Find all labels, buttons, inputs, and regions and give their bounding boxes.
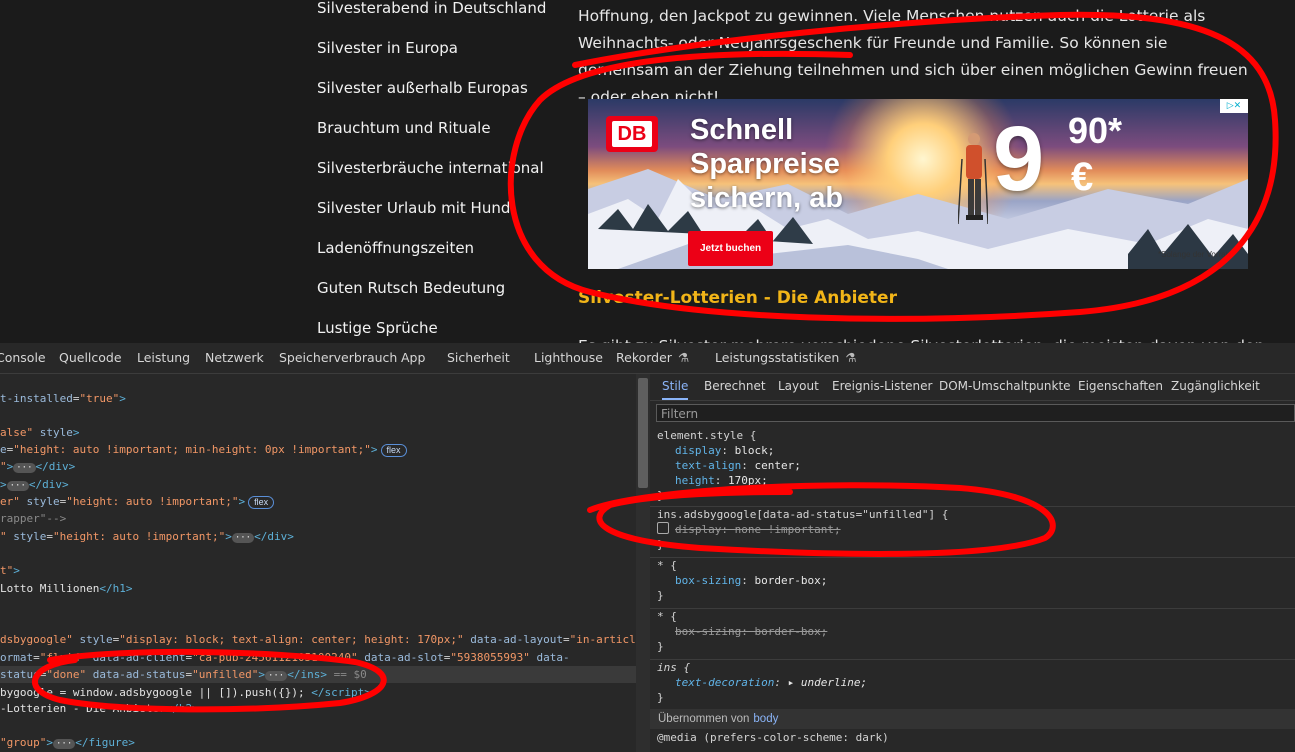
dom-node-line[interactable]: bygoogle = window.adsbygoogle || []).pus… (0, 684, 371, 701)
css-declaration[interactable]: height: 170px; (650, 473, 1295, 488)
styles-pane: Stile Berechnet Layout Ereignis-Listener… (650, 374, 1295, 752)
ad-price-main: 9 (993, 108, 1045, 210)
styles-tab-bar: Stile Berechnet Layout Ereignis-Listener… (650, 374, 1295, 401)
flask-icon: ⚗ (845, 350, 857, 365)
scrollbar-thumb[interactable] (638, 378, 648, 488)
dom-node-selected[interactable]: status="done" data-ad-status="unfilled">… (0, 666, 636, 683)
dom-node-line[interactable]: t"> (0, 562, 20, 579)
tab-netzwerk[interactable]: Netzwerk (205, 343, 264, 373)
db-logo: DB (606, 116, 658, 152)
nav-item-urlaub-mit-hund[interactable]: Silvester Urlaub mit Hund (317, 188, 557, 228)
rule-close: } (657, 691, 664, 704)
css-rule-ins: ins { text-decoration: ▸ underline; } (650, 659, 1295, 705)
nav-item-ausserhalb-europas[interactable]: Silvester außerhalb Europas (317, 68, 557, 108)
tab-sicherheit[interactable]: Sicherheit (447, 343, 510, 373)
nav-item-europa[interactable]: Silvester in Europa (317, 28, 557, 68)
css-rule-universal: * { box-sizing: border-box; } (650, 557, 1295, 603)
dom-node-line[interactable]: Lotto Millionen</h1> (0, 580, 132, 597)
css-declaration-overridden[interactable]: box-sizing: border-box; (650, 624, 1295, 639)
tab-leistungsstatistiken[interactable]: Leistungsstatistiken ⚗ (715, 343, 857, 373)
nav-item-silvesterabend[interactable]: Silvesterabend in Deutschland (317, 0, 557, 28)
tab-stile[interactable]: Stile (662, 374, 689, 400)
dom-node-line[interactable]: rapper"--> (0, 510, 66, 527)
tab-zugaenglichkeit[interactable]: Zugänglichkeit (1171, 374, 1260, 398)
tab-rekorder[interactable]: Rekorder ⚗ (616, 343, 689, 373)
ad-hiker-figure (958, 133, 988, 225)
tab-ereignis-listener[interactable]: Ereignis-Listener (832, 374, 932, 398)
tab-leistung[interactable]: Leistung (137, 343, 190, 373)
css-declaration[interactable]: text-align: center; (650, 458, 1295, 473)
tab-speicherverbrauch[interactable]: Speicherverbrauch (279, 343, 397, 373)
tab-quellcode[interactable]: Quellcode (59, 343, 122, 373)
rule-selector[interactable]: * { (650, 609, 1295, 624)
article-paragraph-2: Es gibt zu Silvester mehrere verschieden… (578, 333, 1264, 343)
css-rule-element-style: element.style { display: block; text-ali… (650, 428, 1295, 503)
devtools-panel: Console Quellcode Leistung Netzwerk Spei… (0, 343, 1295, 752)
tab-dom-umschaltpunkte[interactable]: DOM-Umschaltpunkte (939, 374, 1071, 398)
ad-cta-button[interactable]: Jetzt buchen (688, 231, 774, 266)
rule-close: } (657, 538, 664, 551)
rule-selector[interactable]: element.style { (650, 428, 1295, 443)
rule-close: } (657, 489, 664, 502)
tab-berechnet[interactable]: Berechnet (704, 374, 766, 398)
rule-selector[interactable]: * { (650, 558, 1295, 573)
nav-item-braeuche-international[interactable]: Silvesterbräuche international (317, 148, 557, 188)
dom-node-line[interactable]: dsbygoogle" style="display: block; text-… (0, 631, 636, 648)
dom-node-line[interactable]: "> ··· </div> (0, 458, 75, 475)
css-declaration[interactable]: box-sizing: border-box; (650, 573, 1295, 588)
rule-close: } (657, 589, 664, 602)
tab-console[interactable]: Console (0, 343, 46, 373)
elements-tree[interactable]: t-installed="true"> alse" style> e="height… (0, 374, 636, 752)
css-declaration[interactable]: display: block; (650, 443, 1295, 458)
tab-layout[interactable]: Layout (778, 374, 819, 398)
web-page: Silvesterabend in Deutschland Silvester … (0, 0, 1295, 343)
dom-node-line[interactable]: > ··· </div> (0, 476, 69, 493)
nav-item-ladenoeffnungszeiten[interactable]: Ladenöffnungszeiten (317, 228, 557, 268)
dom-node-line[interactable]: " style="height: auto !important;"> ··· </… (0, 528, 294, 545)
dom-node-line[interactable]: -Lotterien - Die Anbieter</h2> (0, 700, 199, 717)
nav-item-guten-rutsch[interactable]: Guten Rutsch Bedeutung (317, 268, 557, 308)
ad-mountain-scene (588, 169, 1248, 269)
sidebar-nav: Silvesterabend in Deutschland Silvester … (317, 0, 557, 343)
tab-app[interactable]: App (401, 343, 425, 373)
rule-selector[interactable]: ins.adsbygoogle[data-ad-status="unfilled… (650, 507, 1295, 522)
styles-filter-input[interactable]: Filtern (656, 404, 1295, 422)
dom-node-line[interactable]: er" style="height: auto !important;"> fle… (0, 493, 275, 510)
dom-node-line[interactable]: e="height: auto !important; min-height: … (0, 441, 407, 458)
css-rule-adsbygoogle-unfilled: ins.adsbygoogle[data-ad-status="unfilled… (650, 506, 1295, 552)
nav-item-lustige-sprueche[interactable]: Lustige Sprüche (317, 308, 557, 343)
ad-headline: Schnell Sparpreise sichern, ab (690, 114, 844, 214)
devtools-tab-bar: Console Quellcode Leistung Netzwerk Spei… (0, 343, 1295, 374)
section-heading: Silvester-Lotterien - Die Anbieter (578, 288, 897, 308)
rule-close: } (657, 640, 664, 653)
rule-selector[interactable]: ins { (650, 660, 1295, 675)
dom-node-line[interactable]: t-installed="true"> (0, 390, 126, 407)
db-advertisement[interactable]: DB Schnell Sparpreise sichern, ab Jetzt … (588, 99, 1248, 269)
css-declaration[interactable]: text-decoration: ▸ underline; (650, 675, 1295, 690)
flask-icon: ⚗ (677, 350, 690, 365)
tab-eigenschaften[interactable]: Eigenschaften (1078, 374, 1163, 398)
dom-node-line[interactable]: "group"> ··· </figure> (0, 734, 135, 751)
declaration-checkbox[interactable] (657, 522, 669, 534)
adchoices-icon[interactable]: ▷✕ (1220, 99, 1248, 113)
elements-scrollbar[interactable] (636, 374, 650, 752)
dom-node-line[interactable]: ormat="fluid" data-ad-client="ca-pub-245… (0, 649, 570, 666)
tab-lighthouse[interactable]: Lighthouse (534, 343, 603, 373)
ad-price-currency: € (1071, 155, 1094, 199)
nav-item-brauchtum[interactable]: Brauchtum und Rituale (317, 108, 557, 148)
css-declaration-disabled[interactable]: display: none !important; (650, 522, 1295, 537)
inherited-from-link[interactable]: body (753, 713, 778, 725)
ad-price-cents: 90* (1068, 110, 1123, 151)
inherited-section-header: Übernommen von body (650, 709, 1295, 729)
media-query-label: @media (prefers-color-scheme: dark) (657, 731, 889, 744)
ad-disclaimer: *Solange der Vorrat reicht. (1158, 250, 1228, 259)
dom-node-line[interactable]: alse" style> (0, 424, 80, 441)
css-rule-universal-overridden: * { box-sizing: border-box; } (650, 608, 1295, 654)
article-paragraph: Hoffnung, den Jackpot zu gewinnen. Viele… (578, 7, 1248, 106)
